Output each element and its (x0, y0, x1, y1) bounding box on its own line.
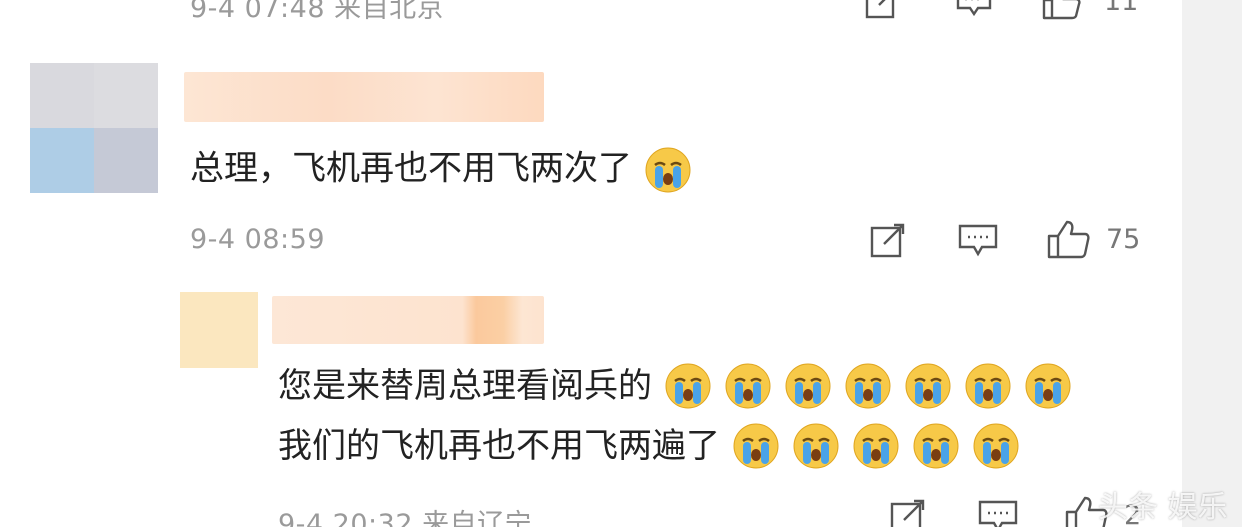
crying-face-icon (853, 423, 899, 469)
crying-face-icon (845, 363, 891, 409)
like-count: 75 (1106, 224, 1141, 255)
avatar-cell (30, 128, 94, 193)
comment-icon (978, 500, 1018, 527)
thumbs-up-icon (1047, 220, 1090, 259)
crying-face-icon (965, 363, 1011, 409)
reply-text-line-1: 您是来替周总理看阅兵的 (278, 366, 652, 406)
watermark: 头条 娱乐 (1098, 490, 1228, 525)
crying-face-icon (665, 363, 711, 409)
right-scroll-strip (1182, 0, 1242, 527)
crying-face-icon (793, 423, 839, 469)
crying-face-icon (973, 423, 1019, 469)
crying-face-icon (785, 363, 831, 409)
comment-icon (958, 224, 998, 257)
thumbs-up-icon (1042, 0, 1081, 20)
avatar[interactable] (180, 292, 258, 368)
crying-face-icon (905, 363, 951, 409)
share-icon (870, 223, 905, 258)
share-icon (890, 499, 925, 527)
crying-face-icon (725, 363, 771, 409)
avatar-cell (94, 128, 158, 193)
reply-line-1: 您是来替周总理看阅兵的 (278, 362, 1072, 410)
comment-button[interactable] (956, 0, 992, 18)
share-button[interactable] (864, 0, 900, 19)
like-button[interactable] (1042, 0, 1082, 20)
comment-text: 总理，飞机再也不用飞两次了 (190, 146, 692, 194)
comment-text-content: 总理，飞机再也不用飞两次了 (190, 148, 632, 189)
avatar-cell (94, 63, 158, 128)
like-count: 11 (1104, 0, 1139, 17)
reply-meta: 9-4 20:32 来自辽宁 (278, 509, 533, 527)
username-redacted[interactable] (184, 72, 544, 122)
crying-face-icon (913, 423, 959, 469)
emoji-group-2 (720, 422, 1020, 470)
avatar-cell (30, 63, 94, 128)
crying-face-icon (645, 147, 691, 193)
comment-button[interactable] (958, 222, 998, 258)
comment-feed: 9-4 07:48 来自北京 11 总理，飞机再也不用飞两次了 9-4 08:5… (0, 0, 1242, 527)
crying-face-icon (733, 423, 779, 469)
like-button[interactable] (1046, 218, 1092, 260)
reply-text-line-2: 我们的飞机再也不用飞两遍了 (278, 426, 720, 466)
top-comment-meta: 9-4 07:48 来自北京 (190, 0, 445, 24)
share-button[interactable] (868, 222, 908, 258)
emoji-group-1 (652, 362, 1072, 410)
share-icon (865, 0, 895, 19)
comment-button[interactable] (978, 498, 1018, 527)
comment-icon (956, 0, 992, 17)
avatar[interactable] (30, 63, 158, 193)
reply-line-2: 我们的飞机再也不用飞两遍了 (278, 422, 1020, 470)
share-button[interactable] (888, 498, 928, 527)
comment-meta: 9-4 08:59 (190, 224, 325, 255)
username-redacted[interactable] (272, 296, 544, 344)
crying-face-icon (1025, 363, 1071, 409)
